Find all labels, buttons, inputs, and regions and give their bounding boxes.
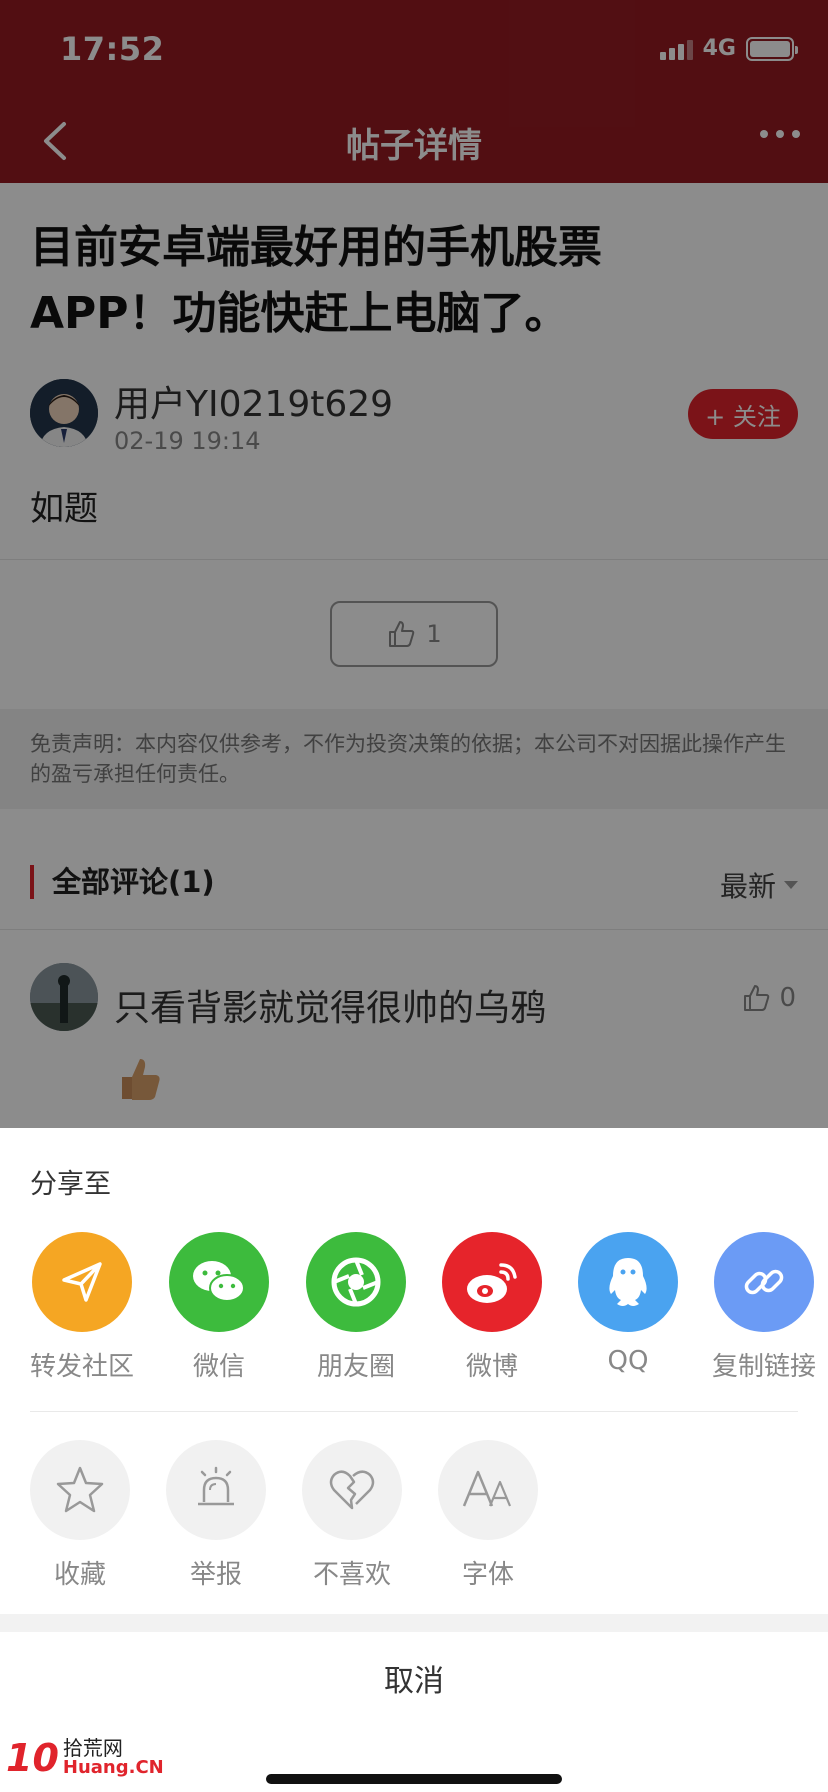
share-qq-button[interactable]: QQ [560, 1232, 696, 1376]
home-indicator[interactable] [266, 1774, 562, 1784]
divider [0, 1614, 828, 1632]
watermark-cn: 拾荒网 [62, 1736, 123, 1760]
link-icon [714, 1232, 814, 1332]
star-icon [30, 1440, 130, 1540]
share-sheet-title: 分享至 [30, 1169, 111, 1200]
font-button[interactable]: 字体 [420, 1440, 556, 1591]
action-label: 字体 [461, 1560, 514, 1590]
share-wechat-button[interactable]: 微信 [151, 1232, 287, 1383]
broken-heart-icon [302, 1440, 402, 1540]
share-label: 复制链接 [711, 1352, 816, 1382]
send-icon [32, 1232, 132, 1332]
share-label: 微信 [192, 1352, 245, 1382]
dislike-button[interactable]: 不喜欢 [284, 1440, 420, 1591]
share-label: 朋友圈 [316, 1352, 395, 1382]
share-label: 转发社区 [29, 1352, 134, 1382]
weibo-icon [442, 1232, 542, 1332]
share-community-button[interactable]: 转发社区 [14, 1232, 150, 1383]
watermark-logo: 10 拾荒网 Huang.CN [6, 1736, 164, 1780]
dim-overlay[interactable] [0, 0, 828, 1128]
wechat-icon [169, 1232, 269, 1332]
favorite-button[interactable]: 收藏 [12, 1440, 148, 1591]
share-weibo-button[interactable]: 微博 [424, 1232, 560, 1383]
action-label: 举报 [189, 1560, 242, 1590]
share-moments-button[interactable]: 朋友圈 [288, 1232, 424, 1383]
alarm-icon [166, 1440, 266, 1540]
share-label: 微博 [465, 1352, 518, 1382]
copy-link-button[interactable]: 复制链接 [696, 1232, 828, 1383]
watermark-logo-mark: 10 [6, 1736, 59, 1780]
action-label: 收藏 [53, 1560, 106, 1590]
cancel-button[interactable]: 取消 [0, 1632, 828, 1724]
qq-icon [578, 1232, 678, 1332]
share-sheet: 分享至 转发社区 微信 朋友圈 微博 QQ 复制链接 收藏 举报 不喜欢 字体 … [0, 1128, 828, 1792]
watermark-en: Huang.CN [62, 1757, 164, 1778]
share-label: QQ [607, 1346, 649, 1376]
actions-row: 收藏 举报 不喜欢 字体 [0, 1440, 828, 1600]
report-button[interactable]: 举报 [148, 1440, 284, 1591]
font-icon [438, 1440, 538, 1540]
moments-icon [306, 1232, 406, 1332]
action-label: 不喜欢 [312, 1560, 391, 1590]
divider [30, 1411, 798, 1412]
share-targets-row: 转发社区 微信 朋友圈 微博 QQ 复制链接 [0, 1232, 828, 1392]
